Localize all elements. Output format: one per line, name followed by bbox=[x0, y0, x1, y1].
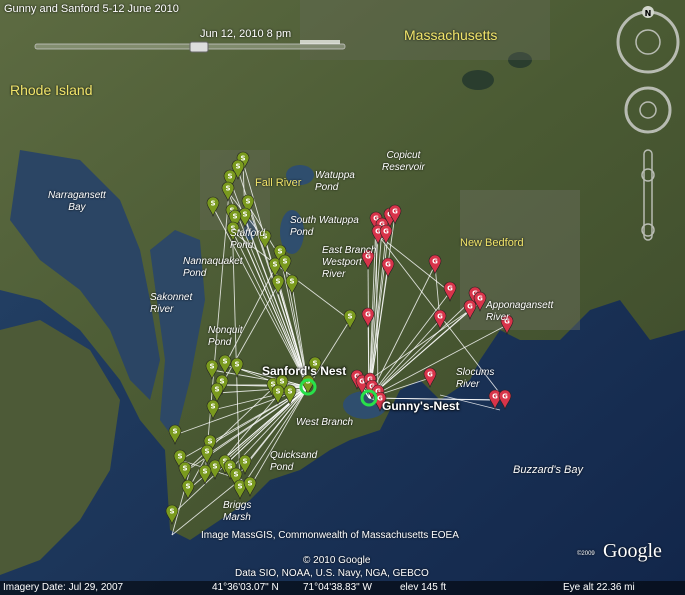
pin-letter: G bbox=[437, 313, 443, 321]
pin-letter: S bbox=[177, 453, 182, 461]
label-slocums-river: Slocums River bbox=[456, 367, 495, 390]
pin-letter: S bbox=[227, 463, 232, 471]
pin-letter: S bbox=[282, 258, 287, 266]
pin-letter: G bbox=[427, 371, 433, 379]
pin-letter: G bbox=[447, 285, 453, 293]
map-view[interactable]: SSSSSSSSSSSSSSSSSSSSSSSSSSSSSSSSSSSSSSSS… bbox=[0, 0, 685, 595]
label-sakonnet-river: Sakonnet River bbox=[150, 292, 193, 315]
pin-letter: S bbox=[237, 483, 242, 491]
pin-letter: S bbox=[275, 388, 280, 396]
pin-letter: S bbox=[233, 471, 238, 479]
label-nannaquaket-pond: Nannaquaket Pond bbox=[183, 256, 243, 279]
pin-letter: S bbox=[289, 278, 294, 286]
pin-letter: S bbox=[347, 313, 352, 321]
pond bbox=[462, 70, 494, 90]
pin-letter: S bbox=[275, 278, 280, 286]
pin-letter: G bbox=[477, 295, 483, 303]
pin-letter: S bbox=[287, 388, 292, 396]
pin-letter: S bbox=[242, 458, 247, 466]
pin-letter: S bbox=[277, 248, 282, 256]
label-sanford-nest: Sanford's Nest bbox=[262, 364, 347, 378]
city-fall-river: Fall River bbox=[255, 177, 302, 189]
image-credit: Image MassGIS, Commonwealth of Massachus… bbox=[201, 530, 459, 541]
label-east-branch-westport-river: East Branch Westport River bbox=[322, 245, 377, 280]
pin-letter: S bbox=[202, 468, 207, 476]
pin-letter: G bbox=[492, 393, 498, 401]
label-copicut-reservoir: Copicut Reservoir bbox=[382, 150, 425, 173]
pin-letter: G bbox=[432, 258, 438, 266]
pin-letter: S bbox=[222, 358, 227, 366]
copyright-credit: © 2010 Google bbox=[303, 555, 371, 566]
data-credit: Data SIO, NOAA, U.S. Navy, NGA, GEBCO bbox=[235, 568, 429, 579]
logo-year: ©2009 bbox=[577, 551, 595, 557]
imagery-date: Imagery Date: Jul 29, 2007 bbox=[3, 582, 124, 593]
pin-letter: S bbox=[235, 163, 240, 171]
latitude-readout: 41°36'03.07" N bbox=[212, 582, 279, 593]
pin-letter: S bbox=[227, 173, 232, 181]
pin-letter: S bbox=[207, 438, 212, 446]
pin-letter: G bbox=[502, 393, 508, 401]
label-buzzards-bay: Buzzard's Bay bbox=[513, 464, 583, 476]
map-title: Gunny and Sanford 5-12 June 2010 bbox=[4, 3, 179, 15]
pin-letter: G bbox=[385, 261, 391, 269]
time-label: Jun 12, 2010 8 pm bbox=[200, 28, 292, 40]
pin-letter: S bbox=[210, 200, 215, 208]
longitude-readout: 71°04'38.83" W bbox=[303, 582, 372, 593]
label-briggs-marsh: Briggs Marsh bbox=[223, 500, 252, 523]
pin-letter: G bbox=[467, 303, 473, 311]
label-quicksand-pond: Quicksand Pond bbox=[270, 450, 318, 473]
pin-letter: S bbox=[204, 448, 209, 456]
label-nonquit-pond: Nonquit Pond bbox=[208, 325, 243, 348]
pin-letter: S bbox=[247, 480, 252, 488]
label-west-branch: West Branch bbox=[296, 417, 354, 428]
pin-letter: S bbox=[169, 508, 174, 516]
pin-letter: S bbox=[214, 386, 219, 394]
label-watuppa-pond: Watuppa Pond bbox=[315, 170, 355, 193]
pin-letter: S bbox=[245, 198, 250, 206]
pin-letter: S bbox=[209, 363, 214, 371]
pin-letter: S bbox=[272, 261, 277, 269]
status-bar: Imagery Date: Jul 29, 2007 41°36'03.07" … bbox=[0, 581, 685, 595]
label-apponagansett-river: Apponagansett River bbox=[486, 300, 554, 323]
pin-letter: S bbox=[185, 483, 190, 491]
pin-letter: G bbox=[383, 228, 389, 236]
pin-letter: S bbox=[242, 211, 247, 219]
label-narragansett-bay: Narragansett Bay bbox=[48, 190, 106, 213]
pin-letter: G bbox=[365, 311, 371, 319]
pin-letter: S bbox=[182, 465, 187, 473]
region-rhode-island: Rhode Island bbox=[10, 82, 93, 98]
satellite-map[interactable]: SSSSS SSSSSSS SSSSSSSSSSSS SSSSSSSSSSSSSSSS… bbox=[0, 0, 685, 595]
label-stafford-pond: Stafford Pond bbox=[230, 228, 266, 251]
pin-letter: S bbox=[234, 361, 239, 369]
city-new-bedford: New Bedford bbox=[460, 237, 524, 249]
pin-letter: S bbox=[212, 463, 217, 471]
pin-letter: S bbox=[279, 378, 284, 386]
pin-letter: S bbox=[172, 428, 177, 436]
pin-letter: S bbox=[232, 213, 237, 221]
elevation-readout: elev 145 ft bbox=[400, 582, 447, 593]
label-gunny-nest: Gunny's-Nest bbox=[382, 399, 460, 413]
region-massachusetts: Massachusetts bbox=[404, 27, 498, 43]
eye-altitude-readout: Eye alt 22.36 mi bbox=[563, 582, 635, 593]
north-label: N bbox=[645, 9, 652, 18]
google-logo: Google bbox=[603, 540, 662, 562]
pin-letter: S bbox=[210, 403, 215, 411]
pin-letter: S bbox=[225, 185, 230, 193]
label-south-watuppa-pond: South Watuppa Pond bbox=[290, 215, 359, 238]
pin-letter: G bbox=[392, 208, 398, 216]
